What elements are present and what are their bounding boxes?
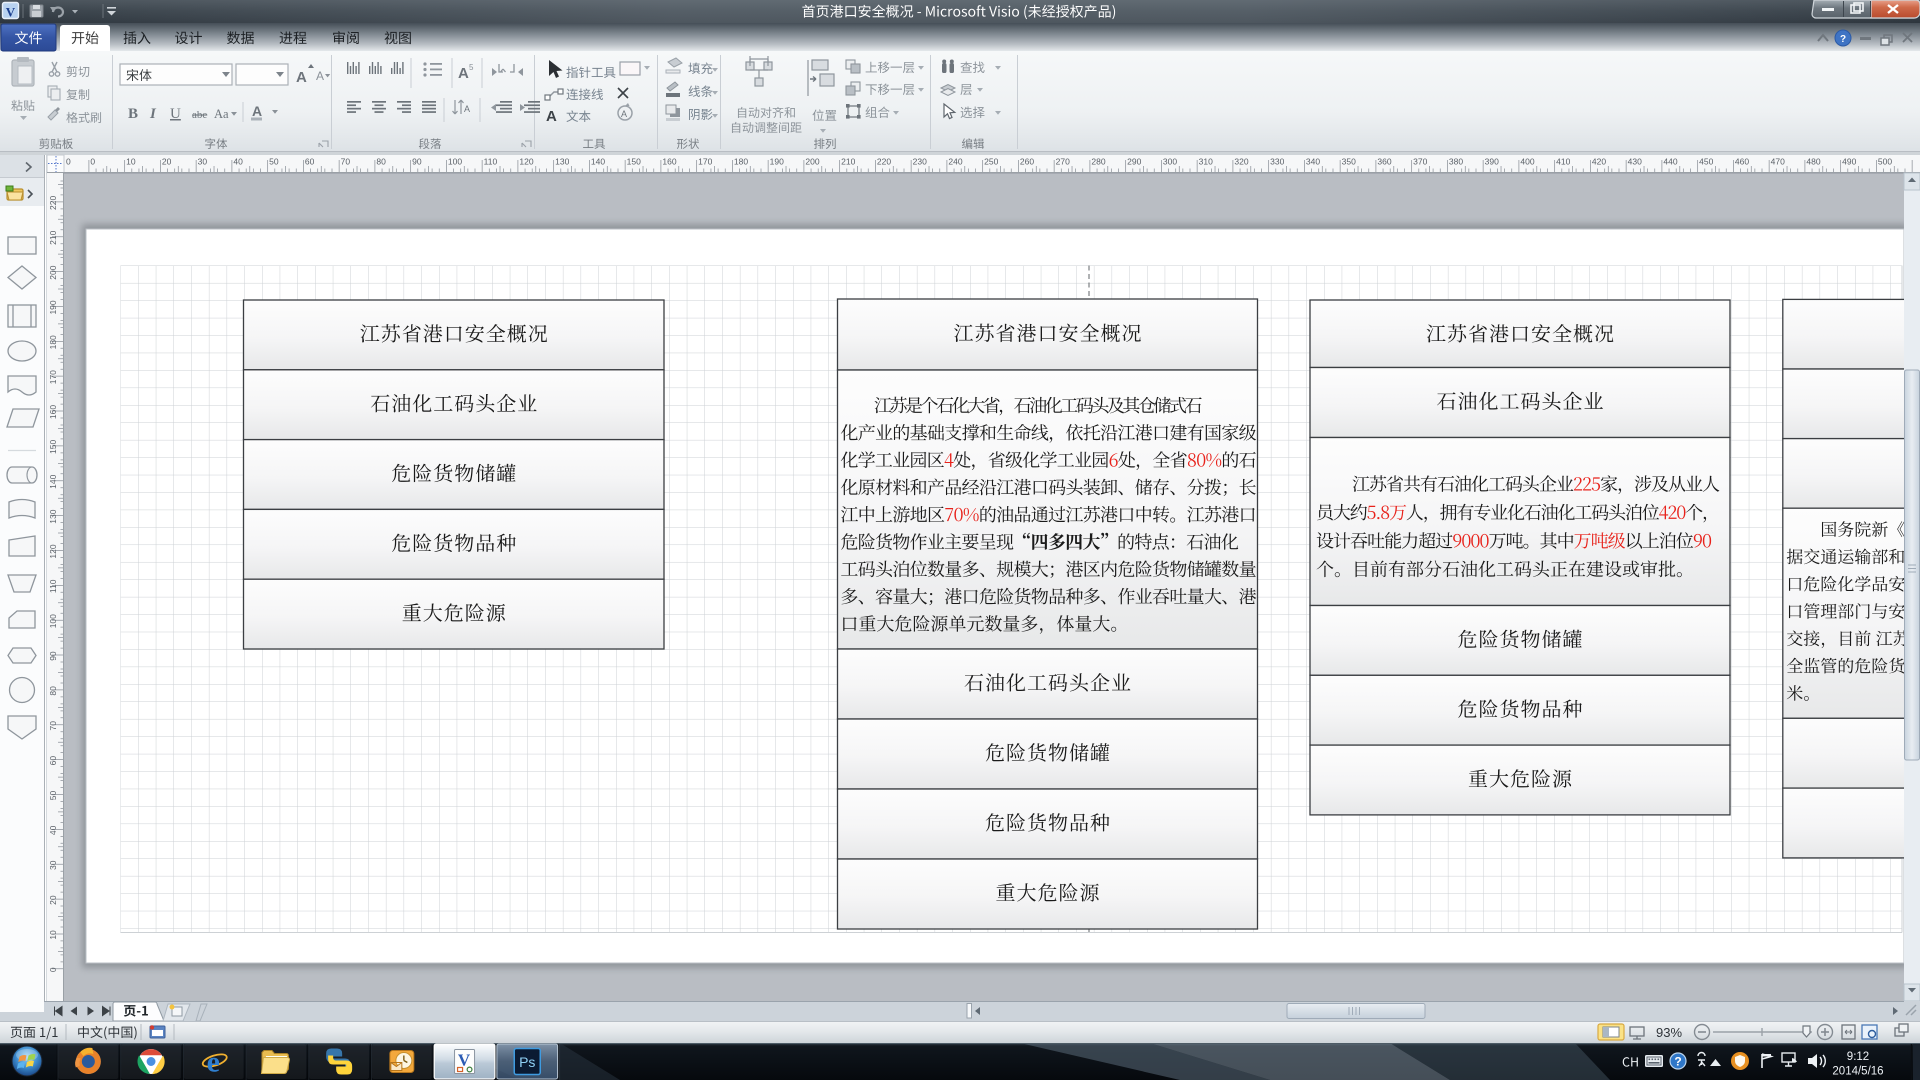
svg-text:170: 170 [48, 370, 58, 384]
svg-text:190: 190 [48, 300, 58, 314]
svg-text:320: 320 [1234, 157, 1248, 167]
svg-text:40: 40 [233, 157, 243, 167]
svg-text:A: A [296, 69, 307, 86]
svg-text:360: 360 [1377, 157, 1391, 167]
svg-text:100: 100 [48, 614, 58, 628]
svg-text:450: 450 [1699, 157, 1713, 167]
svg-text:A: A [252, 103, 262, 119]
svg-text:170: 170 [698, 157, 712, 167]
svg-text:430: 430 [1628, 157, 1642, 167]
svg-text:460: 460 [1735, 157, 1749, 167]
svg-text:0: 0 [66, 157, 71, 167]
svg-text:390: 390 [1485, 157, 1499, 167]
svg-text:V: V [6, 5, 16, 20]
svg-text:350: 350 [1342, 157, 1356, 167]
svg-text:120: 120 [519, 157, 533, 167]
svg-text:110: 110 [484, 157, 498, 167]
svg-text:A: A [621, 109, 627, 119]
svg-text:490: 490 [1842, 157, 1856, 167]
svg-text:9:12: 9:12 [1847, 1051, 1869, 1063]
svg-text:0: 0 [90, 157, 95, 167]
svg-text:500: 500 [1878, 157, 1892, 167]
svg-text:10: 10 [48, 930, 58, 940]
svg-text:60: 60 [305, 157, 315, 167]
svg-text:270: 270 [1056, 157, 1070, 167]
svg-text:I: I [149, 106, 157, 122]
svg-text:0: 0 [48, 967, 58, 972]
svg-text:130: 130 [555, 157, 569, 167]
svg-text:70: 70 [341, 157, 351, 167]
svg-text:93%: 93% [1656, 1025, 1682, 1040]
svg-text:230: 230 [913, 157, 927, 167]
svg-text:A: A [316, 69, 324, 83]
svg-text:210: 210 [841, 157, 855, 167]
svg-text:200: 200 [805, 157, 819, 167]
svg-text:80: 80 [376, 157, 386, 167]
svg-text:70: 70 [48, 721, 58, 731]
svg-text:110: 110 [48, 579, 58, 593]
svg-text:290: 290 [1127, 157, 1141, 167]
svg-text:250: 250 [984, 157, 998, 167]
svg-text:100: 100 [448, 157, 462, 167]
svg-text:340: 340 [1306, 157, 1320, 167]
svg-text:380: 380 [1449, 157, 1463, 167]
svg-text:310: 310 [1199, 157, 1213, 167]
svg-text:abe: abe [192, 109, 207, 121]
svg-text:260: 260 [1020, 157, 1034, 167]
svg-text:30: 30 [48, 860, 58, 870]
svg-text:90: 90 [48, 651, 58, 661]
svg-text:5: 5 [469, 63, 474, 72]
svg-text:280: 280 [1091, 157, 1105, 167]
svg-text:Aa: Aa [214, 107, 229, 121]
svg-text:370: 370 [1413, 157, 1427, 167]
svg-text:330: 330 [1270, 157, 1284, 167]
svg-text:20: 20 [48, 895, 58, 905]
svg-text:410: 410 [1556, 157, 1570, 167]
svg-text:190: 190 [770, 157, 784, 167]
svg-text:130: 130 [48, 509, 58, 523]
svg-text:B: B [128, 106, 138, 122]
svg-text:10: 10 [126, 157, 136, 167]
svg-text:150: 150 [48, 440, 58, 454]
svg-text:440: 440 [1663, 157, 1677, 167]
svg-text:150: 150 [627, 157, 641, 167]
svg-text:200: 200 [48, 265, 58, 279]
svg-text:120: 120 [48, 544, 58, 558]
svg-text:160: 160 [662, 157, 676, 167]
svg-text:210: 210 [48, 230, 58, 244]
svg-text:U: U [170, 106, 181, 122]
svg-text:180: 180 [48, 335, 58, 349]
svg-text:30: 30 [198, 157, 208, 167]
svg-text:60: 60 [48, 756, 58, 766]
svg-text:2014/5/16: 2014/5/16 [1832, 1066, 1883, 1078]
svg-text:160: 160 [48, 405, 58, 419]
svg-text:300: 300 [1163, 157, 1177, 167]
svg-text:220: 220 [877, 157, 891, 167]
svg-text:e: e [207, 1046, 220, 1079]
svg-text:A: A [546, 108, 557, 125]
svg-text:220: 220 [48, 196, 58, 210]
svg-text:Ps: Ps [519, 1054, 535, 1070]
svg-text:140: 140 [48, 474, 58, 488]
svg-text:80: 80 [48, 686, 58, 696]
svg-text:A: A [464, 104, 470, 114]
svg-text:470: 470 [1771, 157, 1785, 167]
svg-text:?: ? [1674, 1055, 1681, 1069]
svg-text:400: 400 [1520, 157, 1534, 167]
svg-text:?: ? [1840, 34, 1846, 45]
svg-text:480: 480 [1806, 157, 1820, 167]
svg-text:240: 240 [948, 157, 962, 167]
svg-text:90: 90 [412, 157, 422, 167]
svg-text:50: 50 [269, 157, 279, 167]
svg-text:420: 420 [1592, 157, 1606, 167]
svg-text:50: 50 [48, 791, 58, 801]
svg-text:140: 140 [591, 157, 605, 167]
svg-text:20: 20 [162, 157, 172, 167]
svg-text:180: 180 [734, 157, 748, 167]
svg-text:A: A [458, 65, 469, 82]
svg-text:40: 40 [48, 825, 58, 835]
